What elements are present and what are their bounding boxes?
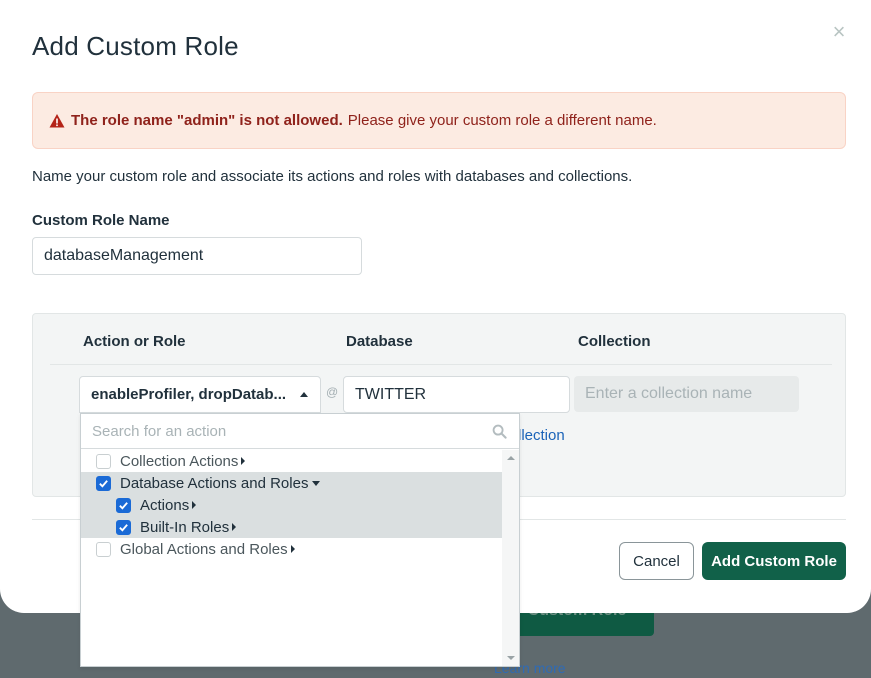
modal-title: Add Custom Role [32, 31, 239, 61]
dropdown-item-label: Actions [140, 496, 190, 514]
check-icon [99, 479, 108, 488]
collection-column-header: Collection [578, 333, 651, 350]
dropdown-item-label: Built-In Roles [140, 518, 230, 536]
header-divider [50, 364, 832, 365]
caret-up-icon [300, 392, 308, 397]
action-search-input[interactable]: Search for an action [81, 414, 519, 449]
checkbox[interactable] [96, 475, 111, 491]
dropdown-item-database-actions-and-roles[interactable]: Database Actions and Roles [81, 472, 502, 494]
dropdown-item-label: Collection Actions [120, 452, 239, 470]
dropdown-scrollbar[interactable] [502, 450, 519, 666]
dropdown-item-label: Global Actions and Roles [120, 540, 288, 558]
action-select-value: enableProfiler, dropDatab... [91, 386, 287, 403]
dropdown-item-actions[interactable]: Actions [81, 494, 502, 516]
collection-input[interactable] [574, 376, 799, 412]
caret-right-icon [241, 457, 246, 465]
checkbox[interactable] [116, 519, 131, 535]
scroll-up-icon[interactable] [507, 456, 515, 460]
search-icon [492, 424, 507, 439]
action-column-header: Action or Role [83, 333, 186, 350]
caret-right-icon [290, 545, 295, 553]
close-icon[interactable]: × [829, 21, 849, 43]
at-sign: @ [326, 385, 339, 399]
cancel-button[interactable]: Cancel [619, 542, 694, 580]
add-custom-role-button[interactable]: Add Custom Role [702, 542, 846, 580]
search-placeholder: Search for an action [92, 422, 227, 440]
checkbox[interactable] [96, 541, 111, 557]
dropdown-item-global-actions-and-roles[interactable]: Global Actions and Roles [81, 538, 502, 560]
dropdown-item-collection-actions[interactable]: Collection Actions [81, 450, 502, 472]
scroll-down-icon[interactable] [507, 656, 515, 660]
alert-bold-text: The role name "admin" is not allowed. [71, 112, 343, 129]
check-icon [119, 523, 128, 532]
role-name-input[interactable] [32, 237, 362, 275]
action-select[interactable]: enableProfiler, dropDatab... [79, 376, 321, 413]
alert-text: Please give your custom role a different… [347, 112, 657, 129]
dropdown-item-built-in-roles[interactable]: Built-In Roles [81, 516, 502, 538]
error-alert: The role name "admin" is not allowed. Pl… [32, 92, 846, 149]
warning-icon [49, 113, 65, 127]
dropdown-item-label: Database Actions and Roles [120, 474, 309, 492]
database-input[interactable] [343, 376, 570, 413]
role-name-label: Custom Role Name [32, 212, 170, 229]
database-column-header: Database [346, 333, 413, 350]
description-text: Name your custom role and associate its … [32, 168, 633, 185]
add-collection-link[interactable]: llection [518, 427, 565, 444]
caret-right-icon [192, 501, 197, 509]
caret-down-icon [312, 480, 321, 486]
checkbox[interactable] [116, 497, 131, 513]
check-icon [119, 501, 128, 510]
caret-right-icon [232, 523, 237, 531]
checkbox[interactable] [96, 453, 111, 469]
action-dropdown: Search for an action Collection Actions … [80, 413, 520, 667]
